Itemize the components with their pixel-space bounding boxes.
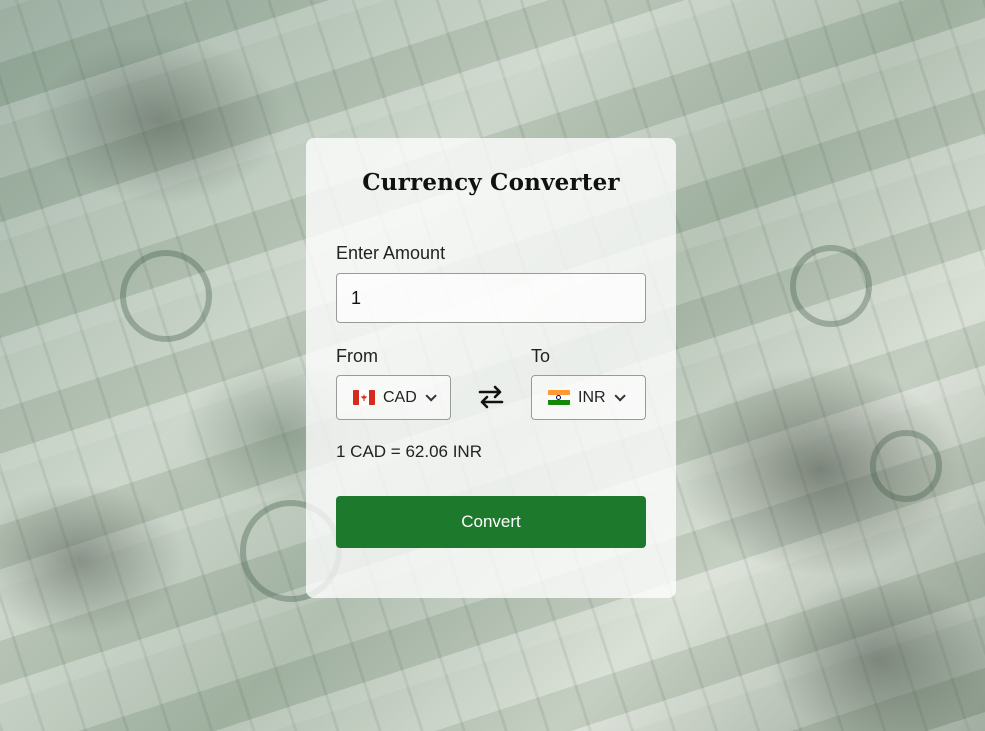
from-currency-code: CAD (383, 388, 417, 406)
page-title: Currency Converter (362, 169, 620, 196)
amount-input[interactable] (336, 273, 646, 323)
bill-seal-decoration (120, 250, 212, 342)
exchange-rate-text: 1 CAD = 62.06 INR (336, 442, 482, 461)
bill-seal-decoration (870, 430, 942, 502)
chevron-down-icon (425, 389, 437, 402)
to-currency-code: INR (578, 388, 606, 406)
canada-flag-icon (353, 390, 375, 405)
swap-currencies-icon[interactable] (476, 384, 506, 410)
swap-arrows-icon (478, 385, 504, 409)
from-label: From (336, 346, 378, 366)
amount-label: Enter Amount (336, 243, 446, 263)
to-label: To (531, 346, 551, 366)
converter-card: Currency Converter Enter Amount From To … (306, 138, 676, 598)
bill-seal-decoration (790, 245, 872, 327)
convert-button[interactable]: Convert (336, 496, 646, 548)
chevron-down-icon (614, 389, 626, 402)
india-flag-icon (548, 390, 570, 405)
to-currency-select[interactable]: INR (531, 375, 646, 420)
from-currency-select[interactable]: CAD (336, 375, 451, 420)
